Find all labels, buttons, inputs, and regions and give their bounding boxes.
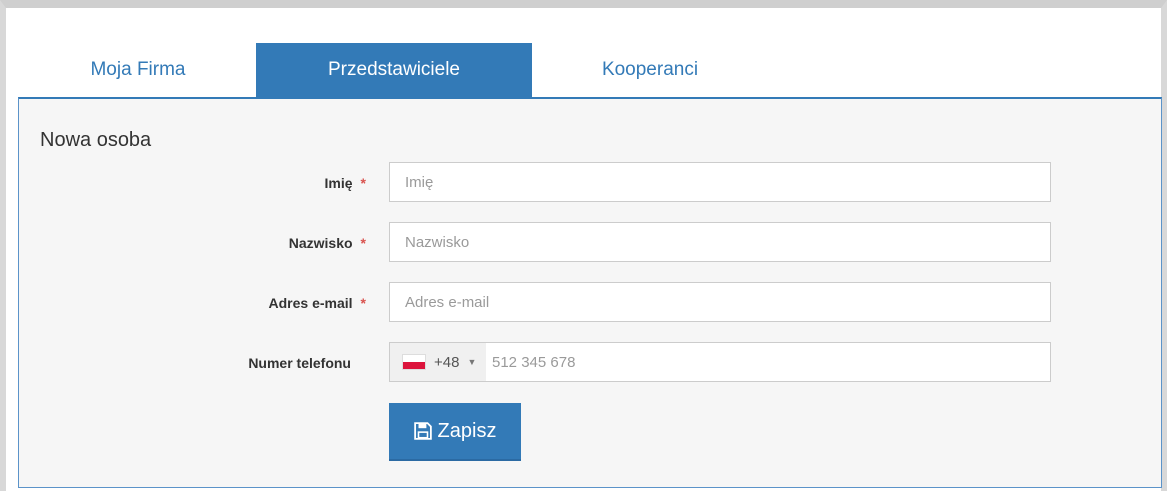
first-name-label: Imię * xyxy=(324,175,366,191)
phone-label: Numer telefonu xyxy=(248,355,351,371)
email-label: Adres e-mail * xyxy=(268,295,367,311)
caret-down-icon: ▼ xyxy=(467,357,477,367)
tab-przedstawiciele[interactable]: Przedstawiciele xyxy=(256,43,532,97)
phone-row: Numer telefonu +48 ▼ xyxy=(19,342,1161,384)
first-name-input[interactable] xyxy=(389,162,1051,202)
email-input[interactable] xyxy=(389,282,1051,322)
phone-field: +48 ▼ xyxy=(389,342,1051,382)
save-button-label: Zapisz xyxy=(437,419,497,442)
phone-input[interactable] xyxy=(486,343,1050,381)
floppy-disk-icon xyxy=(413,422,432,440)
tab-bar: Moja Firma Przedstawiciele Kooperanci xyxy=(20,43,768,97)
email-row: Adres e-mail * xyxy=(19,282,1161,324)
last-name-row: Nazwisko * xyxy=(19,222,1161,264)
tab-moja-firma[interactable]: Moja Firma xyxy=(20,43,256,97)
country-code: +48 xyxy=(434,353,460,371)
required-marker: * xyxy=(360,175,366,191)
last-name-input[interactable] xyxy=(389,222,1051,262)
save-button[interactable]: Zapisz xyxy=(389,403,521,461)
form-title: Nowa osoba xyxy=(40,129,152,151)
last-name-label: Nazwisko * xyxy=(288,235,366,251)
form-panel: Nowa osoba Imię * Nazwisko * Adres e-mai… xyxy=(18,97,1162,488)
window-frame: Moja Firma Przedstawiciele Kooperanci No… xyxy=(0,0,1167,491)
tab-kooperanci[interactable]: Kooperanci xyxy=(532,43,768,97)
required-marker: * xyxy=(360,295,366,311)
poland-flag-icon xyxy=(402,354,426,370)
first-name-row: Imię * xyxy=(19,162,1161,204)
required-marker: * xyxy=(360,235,366,251)
country-code-dropdown[interactable]: +48 ▼ xyxy=(390,343,486,381)
